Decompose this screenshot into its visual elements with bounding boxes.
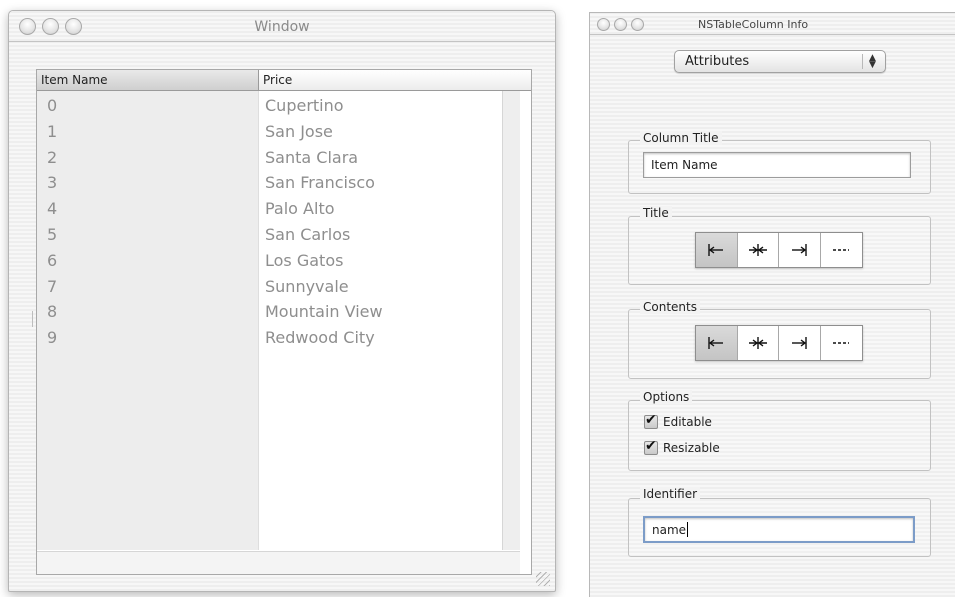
identifier-label: Identifier bbox=[640, 487, 701, 501]
table-view[interactable]: Item Name Price 0 Cupertino 1 San Jose 2 Sa… bbox=[36, 69, 532, 575]
editable-label: Editable bbox=[663, 415, 712, 429]
cell-item-name: 1 bbox=[47, 121, 58, 141]
cell-item-name: 0 bbox=[47, 96, 58, 115]
panel-titlebar[interactable]: NSTableColumn Info bbox=[590, 13, 955, 35]
contents-alignment-control[interactable] bbox=[695, 325, 863, 361]
editable-checkbox[interactable] bbox=[644, 412, 658, 429]
resize-marker-left bbox=[32, 311, 35, 327]
popup-selected-value: Attributes bbox=[685, 54, 750, 69]
title-align-center-button[interactable] bbox=[738, 233, 779, 267]
resizable-checkbox[interactable] bbox=[644, 438, 658, 455]
text-caret bbox=[687, 522, 689, 537]
cell-item-name: 6 bbox=[47, 250, 58, 270]
cell-item-name: 9 bbox=[47, 328, 58, 348]
table-row[interactable]: 6 Los Gatos bbox=[37, 248, 501, 274]
cell-item-name: 4 bbox=[47, 199, 58, 219]
align-right-icon bbox=[792, 244, 807, 256]
panel-close-button[interactable] bbox=[597, 18, 610, 31]
cell-price: San Jose bbox=[265, 121, 333, 141]
table-row[interactable]: 3 San Francisco bbox=[37, 170, 501, 196]
cell-price: Redwood City bbox=[265, 328, 375, 348]
table-rows: 0 Cupertino 1 San Jose 2 Santa Clara 3 San F… bbox=[37, 93, 501, 351]
contents-align-left-button[interactable] bbox=[696, 326, 738, 360]
resizable-label: Resizable bbox=[663, 441, 720, 455]
cell-price: San Carlos bbox=[265, 224, 351, 244]
cell-price: Palo Alto bbox=[265, 199, 335, 219]
title-alignment-label: Title bbox=[640, 206, 672, 220]
cell-price: Los Gatos bbox=[265, 250, 344, 270]
table-window: Window Item Name Price 0 Cupertino 1 San J… bbox=[8, 10, 556, 592]
cell-item-name: 5 bbox=[47, 224, 58, 244]
panel-minimize-button[interactable] bbox=[614, 18, 627, 31]
identifier-field[interactable]: name bbox=[643, 516, 915, 543]
resizable-checkbox-row[interactable]: Resizable bbox=[644, 438, 720, 457]
align-left-icon bbox=[708, 244, 724, 256]
align-center-icon bbox=[748, 244, 767, 256]
table-row[interactable]: 2 Santa Clara bbox=[37, 145, 501, 171]
inspector-mode-popup[interactable]: Attributes ▲ ▼ bbox=[674, 50, 886, 73]
column-header-price[interactable]: Price bbox=[259, 70, 523, 90]
align-natural-icon bbox=[833, 342, 850, 344]
vertical-scrollbar[interactable] bbox=[502, 91, 520, 550]
title-align-left-button[interactable] bbox=[696, 233, 738, 267]
align-left-icon bbox=[708, 337, 724, 349]
cell-item-name: 2 bbox=[47, 147, 58, 167]
column-title-label: Column Title bbox=[640, 131, 722, 145]
panel-title: NSTableColumn Info bbox=[698, 18, 809, 31]
panel-zoom-button[interactable] bbox=[631, 18, 644, 31]
window-titlebar[interactable]: Window bbox=[9, 11, 555, 42]
horizontal-scrollbar[interactable] bbox=[37, 551, 520, 574]
window-title: Window bbox=[254, 19, 310, 35]
cell-price: Cupertino bbox=[265, 96, 344, 115]
title-alignment-control[interactable] bbox=[695, 232, 863, 268]
table-header: Item Name Price bbox=[37, 70, 531, 91]
align-right-icon bbox=[792, 337, 807, 349]
title-align-natural-button[interactable] bbox=[821, 233, 862, 267]
contents-align-natural-button[interactable] bbox=[821, 326, 862, 360]
column-title-field[interactable]: Item Name bbox=[643, 152, 911, 178]
contents-align-right-button[interactable] bbox=[779, 326, 821, 360]
table-row[interactable]: 8 Mountain View bbox=[37, 299, 501, 325]
align-center-icon bbox=[748, 337, 767, 349]
editable-checkbox-row[interactable]: Editable bbox=[644, 412, 712, 431]
resize-grip-icon[interactable] bbox=[536, 572, 550, 586]
cell-item-name: 7 bbox=[47, 276, 58, 296]
table-row[interactable]: 0 Cupertino bbox=[37, 93, 501, 119]
identifier-value: name bbox=[652, 523, 687, 537]
cell-price: Sunnyvale bbox=[265, 276, 349, 296]
table-row[interactable]: 7 Sunnyvale bbox=[37, 274, 501, 300]
table-row[interactable]: 5 San Carlos bbox=[37, 222, 501, 248]
table-row[interactable]: 9 Redwood City bbox=[37, 325, 501, 351]
cell-price: Santa Clara bbox=[265, 147, 359, 167]
options-label: Options bbox=[640, 390, 693, 404]
cell-price: San Francisco bbox=[265, 173, 375, 193]
column-header-item-name[interactable]: Item Name bbox=[37, 70, 259, 90]
cell-item-name: 3 bbox=[47, 173, 58, 193]
cell-item-name: 8 bbox=[47, 302, 58, 322]
title-align-right-button[interactable] bbox=[779, 233, 821, 267]
align-natural-icon bbox=[833, 249, 850, 251]
inspector-panel: NSTableColumn Info Attributes ▲ ▼ Column … bbox=[589, 12, 955, 597]
table-row[interactable]: 1 San Jose bbox=[37, 119, 501, 145]
popup-arrows-icon: ▲ ▼ bbox=[862, 54, 882, 70]
table-row[interactable]: 4 Palo Alto bbox=[37, 196, 501, 222]
options-group bbox=[628, 400, 931, 471]
contents-alignment-label: Contents bbox=[640, 300, 700, 314]
contents-align-center-button[interactable] bbox=[738, 326, 779, 360]
cell-price: Mountain View bbox=[265, 302, 383, 322]
